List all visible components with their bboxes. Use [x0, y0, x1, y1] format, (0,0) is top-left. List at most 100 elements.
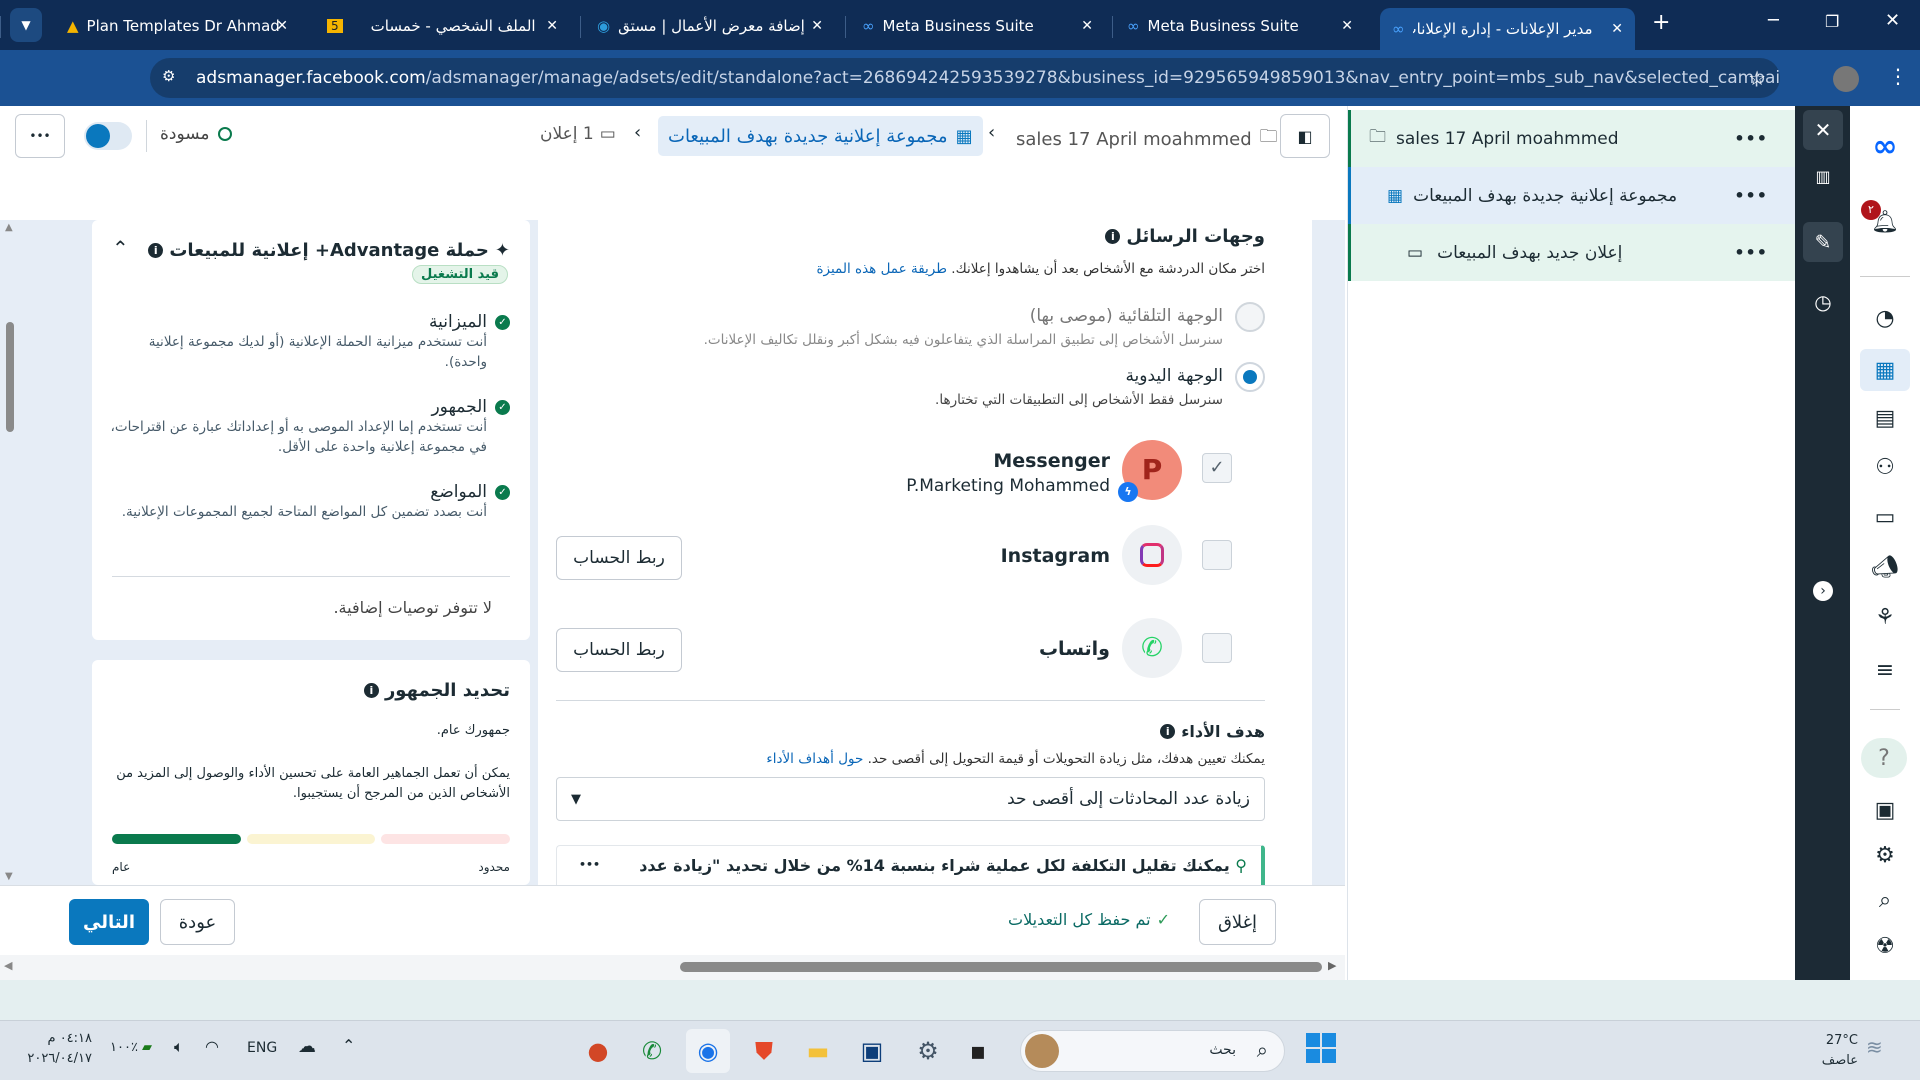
close-tab-icon[interactable]: ✕	[1081, 18, 1093, 34]
terminal-icon[interactable]: ▪	[956, 1029, 1000, 1073]
close-tab-icon[interactable]: ✕	[1341, 18, 1353, 34]
close-button[interactable]: إغلاق	[1199, 899, 1276, 945]
close-tab-icon[interactable]: ✕	[546, 18, 558, 34]
tab-search-button[interactable]: ▼	[10, 8, 42, 42]
connect-instagram-button[interactable]: ربط الحساب	[556, 536, 682, 580]
tab-4[interactable]: ∞Meta Business Suite✕	[850, 6, 1105, 46]
menu-icon[interactable]: ≡	[1867, 652, 1903, 688]
history-clock-icon[interactable]: ◷	[1803, 282, 1843, 322]
tab-1[interactable]: ▲Plan Templates Dr Ahmad✕	[55, 6, 300, 46]
profile-avatar[interactable]	[1833, 66, 1859, 92]
dashboard-gauge-icon[interactable]: ◔	[1867, 300, 1903, 336]
wifi-icon[interactable]: ◠	[205, 1037, 219, 1056]
connect-whatsapp-button[interactable]: ربط الحساب	[556, 628, 682, 672]
collapse-chevron-icon[interactable]: ⌃	[112, 236, 129, 260]
banner-more-button[interactable]: •••	[579, 858, 600, 871]
reports-icon[interactable]: ▤	[1867, 400, 1903, 436]
start-button[interactable]	[1306, 1033, 1336, 1063]
onedrive-icon[interactable]: ☁	[298, 1036, 316, 1057]
check-circle-icon: ✓	[495, 485, 510, 500]
meta-logo-icon[interactable]: ∞	[1867, 128, 1903, 164]
events-manager-icon[interactable]: ⚘	[1867, 599, 1903, 635]
audience-desc: يمكن أن تعمل الجماهير العامة على تحسين ا…	[110, 764, 510, 804]
settings-icon[interactable]: ⚙	[906, 1029, 950, 1073]
store-icon[interactable]: ▣	[850, 1029, 894, 1073]
radio-manual[interactable]	[1235, 362, 1265, 392]
file-explorer-icon[interactable]: ▬	[796, 1029, 840, 1073]
new-tab-button[interactable]: +	[1652, 10, 1670, 35]
breadcrumb-adset[interactable]: ▦مجموعة إعلانية جديدة بهدف المبيعات	[658, 116, 983, 156]
billing-card-icon[interactable]: ▭	[1867, 499, 1903, 535]
how-it-works-link[interactable]: طريقة عمل هذه الميزة	[816, 261, 947, 277]
next-button[interactable]: التالي	[69, 899, 149, 945]
weather-widget[interactable]: 27°Cعاصف	[1800, 1031, 1858, 1071]
horizontal-scrollbar[interactable]: ◀ ▶	[0, 955, 1345, 980]
messenger-checkbox[interactable]: ✓	[1202, 453, 1232, 483]
tab-6-active[interactable]: ∞مدير الإعلانات - إدارة الإعلانات✕	[1380, 8, 1635, 50]
battery-indicator[interactable]: ١٠٠٪▰	[110, 1040, 152, 1055]
notifications-bell-icon[interactable]: 🔔︎٢	[1867, 204, 1903, 240]
close-tab-icon[interactable]: ✕	[1611, 21, 1623, 37]
expand-arrow-icon[interactable]: ›	[1803, 571, 1843, 611]
toggle-panel-button[interactable]: ◧	[1280, 114, 1330, 158]
no-more-recommendations: لا تتوفر توصيات إضافية.	[333, 598, 492, 617]
tab-5[interactable]: ∞Meta Business Suite✕	[1115, 6, 1365, 46]
ad-more-button[interactable]: •••	[1734, 243, 1768, 262]
bug-report-icon[interactable]: ☢	[1867, 928, 1903, 964]
taskbar-search[interactable]: بحث ⌕	[1020, 1030, 1285, 1072]
mostaql-icon: ◉	[597, 17, 610, 35]
adset-more-button[interactable]: •••	[1734, 186, 1768, 205]
info-icon: i	[148, 243, 163, 258]
breadcrumb-campaign[interactable]: sales 17 April moahmmed🗀	[1016, 124, 1278, 154]
powerpoint-icon[interactable]: ●	[576, 1029, 620, 1073]
settings-gear-icon[interactable]: ⚙	[1867, 837, 1903, 873]
chart-icon[interactable]: ▥	[1803, 156, 1843, 196]
messenger-icon: ϟ	[1118, 482, 1138, 502]
chrome-icon[interactable]: ◉	[686, 1029, 730, 1073]
option-manual-label: الوجهة اليدوية	[1125, 366, 1223, 386]
vertical-scrollbar[interactable]: ▲ ▼	[2, 222, 18, 882]
whatsapp-icon[interactable]: ✆	[630, 1029, 674, 1073]
breadcrumb-ads[interactable]: ▭1 إعلان	[540, 124, 616, 144]
close-tab-icon[interactable]: ✕	[276, 18, 288, 34]
scroll-right-icon[interactable]: ▶	[1328, 959, 1336, 972]
close-window-button[interactable]: ✕	[1885, 10, 1900, 31]
close-editor-button[interactable]: ✕	[1803, 110, 1843, 150]
tree-ad[interactable]: ▭إعلان جديد بهدف المبيعات •••	[1348, 224, 1796, 281]
volume-icon[interactable]: 🔈︎	[174, 1037, 184, 1057]
tab-2[interactable]: 5الملف الشخصي - خمسات✕	[315, 6, 570, 46]
performance-goal-select[interactable]: زيادة عدد المحادثات إلى أقصى حد ▼	[556, 777, 1265, 821]
more-button[interactable]: •••	[15, 114, 65, 158]
minimize-button[interactable]: ─	[1768, 10, 1779, 31]
bookmark-star-icon[interactable]: ☆	[1748, 66, 1766, 90]
close-tab-icon[interactable]: ✕	[811, 18, 823, 34]
restore-button[interactable]: ❐	[1825, 12, 1839, 31]
tree-adset[interactable]: ▦مجموعة إعلانية جديدة بهدف المبيعات •••	[1348, 167, 1796, 224]
help-icon[interactable]: ?	[1861, 738, 1907, 778]
tab-3[interactable]: ◉إضافة معرض الأعمال | مستق✕	[585, 6, 835, 46]
edit-pencil-icon[interactable]: ✎	[1803, 222, 1843, 262]
goal-link[interactable]: حول أهداف الأداء	[766, 751, 863, 767]
news-icon[interactable]: ▣	[1867, 792, 1903, 828]
browser-menu-icon[interactable]: ⋮	[1888, 64, 1908, 88]
site-info-icon[interactable]: ⚙	[162, 67, 175, 85]
campaign-more-button[interactable]: •••	[1734, 129, 1768, 148]
campaigns-table-icon[interactable]: ▦	[1860, 349, 1910, 391]
back-button[interactable]: عودة	[160, 899, 235, 945]
radio-automatic[interactable]	[1235, 302, 1265, 332]
campaign-toggle[interactable]	[84, 122, 132, 150]
audiences-icon[interactable]: ⚇	[1867, 449, 1903, 485]
whatsapp-checkbox[interactable]	[1202, 633, 1232, 663]
wind-icon: ≋	[1866, 1035, 1883, 1059]
scroll-left-icon[interactable]: ◀	[4, 959, 12, 972]
ads-settings-icon[interactable]: 📣︎	[1867, 549, 1903, 585]
language-indicator[interactable]: ENG	[247, 1040, 277, 1056]
brave-icon[interactable]: ⛊	[742, 1029, 786, 1073]
tree-campaign[interactable]: 🗀sales 17 April moahmmed •••	[1348, 110, 1796, 167]
address-bar[interactable]: ⚙ adsmanager.facebook.com/adsmanager/man…	[150, 58, 1780, 98]
instagram-checkbox[interactable]	[1202, 540, 1232, 570]
tray-chevron-icon[interactable]: ⌃	[342, 1036, 355, 1055]
search-icon[interactable]: ⌕	[1867, 882, 1903, 918]
clock[interactable]: ٠٤:١٨ م٢٠٢٦/٠٤/١٧	[22, 1029, 92, 1069]
scrollbar-thumb[interactable]	[680, 962, 1322, 972]
